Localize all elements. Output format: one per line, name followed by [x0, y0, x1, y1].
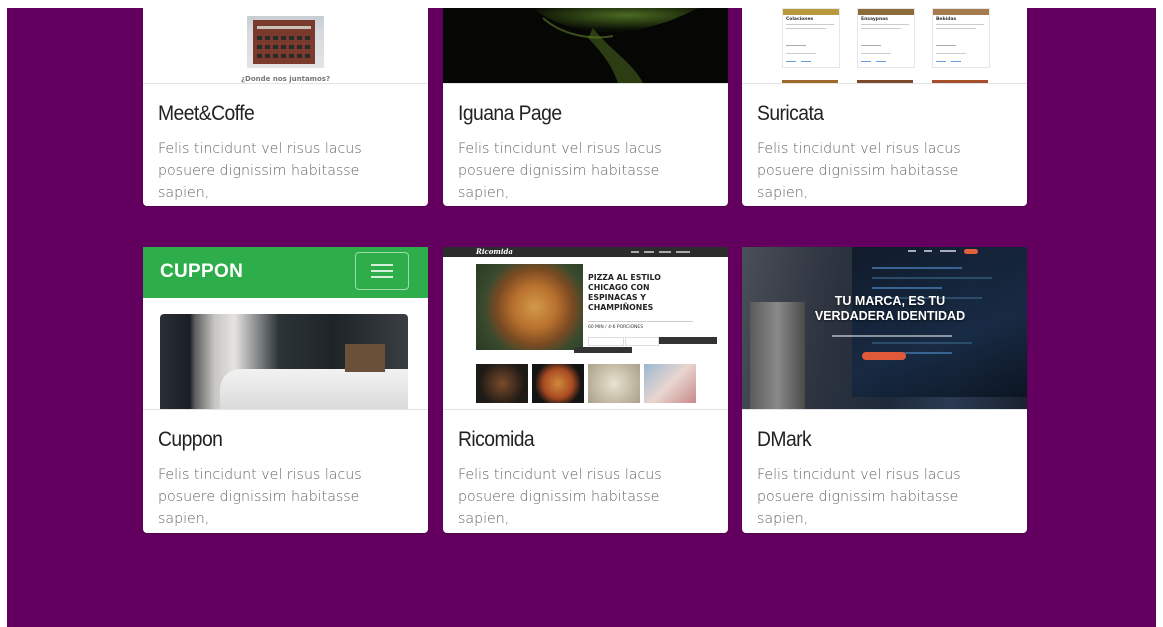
food-thumb — [644, 364, 696, 403]
card-title[interactable]: Suricata — [757, 102, 992, 126]
cuppon-logo: CUPPON — [160, 261, 244, 282]
cuppon-navbar: CUPPON — [143, 247, 428, 298]
card-description: Felis tincidunt vel risus lacus posuere … — [458, 141, 662, 201]
project-card-ricomida[interactable]: Ricomida PIZZA AL ESTILO CHICAGO CON ESP… — [443, 247, 728, 533]
menu-item-preview: Ensaypnos — [857, 8, 915, 68]
card-description: Felis tincidunt vel risus lacus posuere … — [757, 467, 961, 527]
thumb-caption: ¿Donde nos juntamos? — [240, 75, 331, 83]
card-description: Felis tincidunt vel risus lacus posuere … — [757, 141, 961, 201]
pizza-photo — [476, 264, 583, 350]
building-photo — [247, 16, 324, 68]
menu-item-preview: Bebidas — [932, 8, 990, 68]
project-card-suricata[interactable]: Colaciones Ensaypnos Bebidas Suricata Fe… — [742, 8, 1027, 206]
bedroom-photo — [160, 314, 408, 409]
card-description: Felis tincidunt vel risus lacus posuere … — [458, 467, 662, 527]
card-description: Felis tincidunt vel risus lacus posuere … — [158, 467, 362, 527]
portfolio-section: ¿Donde nos juntamos? Meet&Coffe Felis ti… — [7, 8, 1156, 627]
pencil-cup — [750, 302, 805, 409]
card-description: Felis tincidunt vel risus lacus posuere … — [158, 141, 362, 201]
project-card-meet-coffe[interactable]: ¿Donde nos juntamos? Meet&Coffe Felis ti… — [143, 8, 428, 206]
food-thumb — [588, 364, 640, 403]
food-thumb — [532, 364, 584, 403]
project-thumbnail[interactable] — [443, 8, 728, 84]
project-card-dmark[interactable]: TU MARCA, ES TU VERDADERA IDENTIDAD DMar… — [742, 247, 1027, 533]
card-title[interactable]: Meet&Coffe — [158, 102, 393, 126]
card-title[interactable]: Cuppon — [158, 428, 393, 452]
project-card-iguana-page[interactable]: Iguana Page Felis tincidunt vel risus la… — [443, 8, 728, 206]
card-title[interactable]: Iguana Page — [458, 102, 693, 126]
card-title[interactable]: DMark — [757, 428, 992, 452]
project-card-cuppon[interactable]: CUPPON Cuppon Felis tincidunt vel risus … — [143, 247, 428, 533]
ricomida-navbar: Ricomida — [443, 247, 728, 257]
project-thumbnail[interactable]: Colaciones Ensaypnos Bebidas — [742, 8, 1027, 84]
food-thumb — [476, 364, 528, 403]
iguana-image — [443, 8, 728, 83]
project-thumbnail[interactable]: ¿Donde nos juntamos? — [143, 8, 428, 84]
project-thumbnail[interactable]: TU MARCA, ES TU VERDADERA IDENTIDAD — [742, 247, 1027, 410]
project-thumbnail[interactable]: Ricomida PIZZA AL ESTILO CHICAGO CON ESP… — [443, 247, 728, 410]
menu-item-preview: Colaciones — [782, 8, 840, 68]
hero-heading: TU MARCA, ES TU VERDADERA IDENTIDAD — [814, 294, 966, 323]
card-title[interactable]: Ricomida — [458, 428, 693, 452]
project-thumbnail[interactable]: CUPPON — [143, 247, 428, 410]
hamburger-icon — [355, 252, 409, 290]
hero-cta-button — [862, 352, 906, 360]
